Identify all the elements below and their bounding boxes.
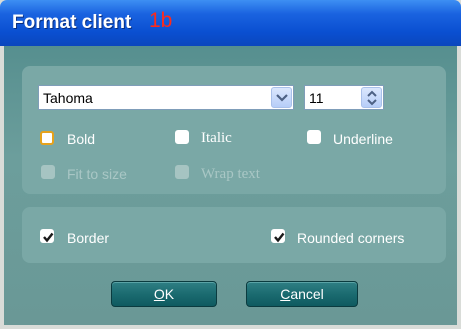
window-title: Format client bbox=[12, 12, 132, 33]
cancel-button[interactable]: Cancel bbox=[246, 281, 358, 307]
ok-mnemonic: O bbox=[153, 286, 165, 302]
font-family-dropdown-button[interactable] bbox=[271, 87, 292, 108]
font-size-value: 11 bbox=[309, 90, 324, 106]
wrap-text-checkbox bbox=[175, 165, 189, 179]
cancel-mnemonic: C bbox=[280, 286, 291, 302]
checkmark-icon bbox=[43, 232, 54, 243]
italic-label: Italic bbox=[201, 130, 232, 146]
cancel-label-rest: ancel bbox=[290, 286, 324, 302]
title-badge: 1b bbox=[149, 9, 173, 32]
checkmark-icon bbox=[274, 232, 285, 243]
ok-button[interactable]: OK bbox=[111, 281, 217, 307]
rounded-corners-checkbox[interactable] bbox=[271, 229, 285, 243]
border-checkbox[interactable] bbox=[40, 229, 54, 243]
rounded-corners-label: Rounded corners bbox=[297, 230, 405, 246]
format-client-dialog: Format client 1b Tahoma 11 Bold Italic U… bbox=[0, 0, 461, 329]
ok-label-rest: K bbox=[164, 286, 175, 302]
font-family-value: Tahoma bbox=[43, 90, 93, 106]
fit-to-size-label: Fit to size bbox=[67, 166, 127, 182]
font-size-stepper[interactable]: 11 bbox=[304, 85, 384, 110]
fit-to-size-checkbox bbox=[41, 165, 55, 179]
title-bar[interactable]: Format client 1b bbox=[0, 0, 461, 46]
spin-arrows-icon bbox=[367, 90, 377, 106]
wrap-text-label: Wrap text bbox=[201, 166, 260, 182]
font-size-spin-buttons[interactable] bbox=[361, 87, 382, 108]
bold-checkbox[interactable] bbox=[40, 131, 54, 145]
border-label: Border bbox=[67, 230, 110, 246]
underline-checkbox[interactable] bbox=[307, 130, 321, 144]
underline-label: Underline bbox=[333, 131, 393, 147]
bold-label: Bold bbox=[67, 131, 96, 147]
font-family-select[interactable]: Tahoma bbox=[38, 85, 294, 110]
chevron-down-icon bbox=[276, 94, 288, 102]
italic-checkbox[interactable] bbox=[175, 130, 189, 144]
